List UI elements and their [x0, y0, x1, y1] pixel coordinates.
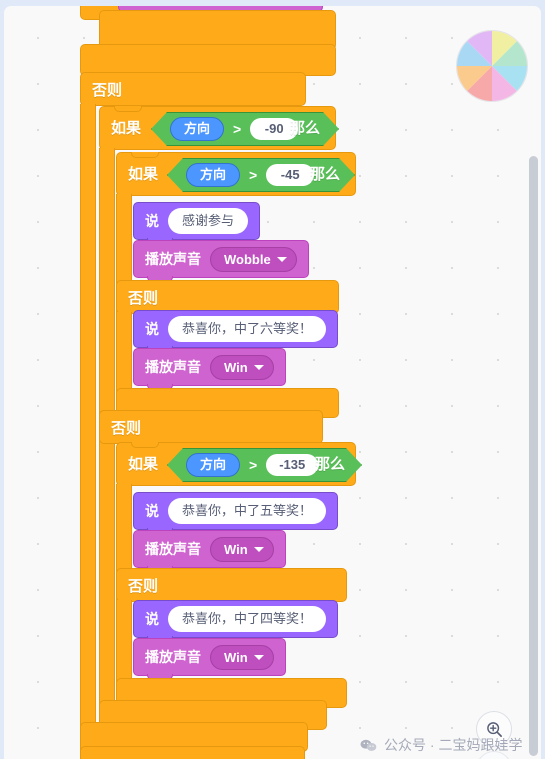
if-label-2: 如果 [128, 166, 159, 183]
watermark: 公众号 · 二宝妈跟娃学 [360, 735, 522, 755]
sound-dropdown-wobble[interactable]: Wobble [210, 246, 297, 272]
chevron-down-icon [253, 546, 264, 552]
sound-name-win-2: Win [224, 541, 248, 557]
sound-dropdown-win-3[interactable]: Win [210, 644, 274, 670]
sound-dropdown-win-1[interactable]: Win [210, 354, 274, 380]
say-text-prize6[interactable]: 恭喜你，中了六等奖！ [168, 316, 327, 342]
sound-label-wobble: 播放声音 [145, 251, 201, 267]
say-block-prize6[interactable]: 说 恭喜你，中了六等奖！ [133, 310, 339, 352]
watermark-text: 公众号 · 二宝妈跟娃学 [384, 737, 523, 753]
sound-block-win-1[interactable]: 播放声音 Win [133, 348, 286, 390]
say-block-prize5[interactable]: 说 恭喜你，中了五等奖！ [133, 492, 339, 534]
else-label-2: 否则 [128, 290, 159, 307]
say-label-prize6: 说 [145, 321, 159, 337]
else-label-3: 否则 [111, 420, 142, 437]
say-text-prize4[interactable]: 恭喜你，中了四等奖！ [168, 606, 327, 632]
say-text-thanks[interactable]: 感谢参与 [168, 208, 249, 234]
operator-gt-2: > [249, 167, 258, 183]
wechat-icon [360, 739, 377, 752]
say-label-prize4: 说 [145, 611, 159, 627]
script-stack-end[interactable] [80, 746, 305, 759]
say-label-prize5: 说 [145, 503, 159, 519]
variable-direction-1[interactable]: 方向 [170, 117, 224, 142]
vertical-scrollbar[interactable] [529, 156, 538, 756]
operator-gt-1: > [233, 121, 242, 137]
say-text-prize5[interactable]: 恭喜你，中了五等奖！ [168, 498, 327, 524]
if-label-3: 如果 [128, 456, 159, 473]
if-1-notch [114, 106, 142, 112]
then-label-1: 那么 [290, 120, 321, 137]
then-label-3: 那么 [315, 456, 346, 473]
else-label-4: 否则 [128, 578, 159, 595]
sound-block-win-3[interactable]: 播放声音 Win [133, 638, 286, 680]
operator-gt-3: > [249, 457, 258, 473]
if-3-notch [131, 442, 159, 448]
if-label-1: 如果 [111, 120, 142, 137]
else-label-1: 否则 [92, 82, 123, 99]
blocks-workspace[interactable]: 否则 如果 方向 > -90 那么 如果 方向 > -45 那么 说 感谢参与 [4, 6, 541, 759]
sound-label-win-2: 播放声音 [145, 541, 201, 557]
sound-name-win-1: Win [224, 359, 248, 375]
sound-block-win-2[interactable]: 播放声音 Win [133, 530, 286, 572]
if-2-notch [131, 152, 159, 158]
say-label-thanks: 说 [145, 213, 159, 229]
chevron-down-icon [253, 364, 264, 370]
else-1-left-spine [80, 104, 96, 759]
variable-direction-2[interactable]: 方向 [186, 163, 240, 188]
sound-name-wobble: Wobble [224, 251, 271, 267]
operand-value-2[interactable]: -45 [266, 164, 314, 187]
prize-wheel-sprite[interactable] [456, 30, 528, 102]
sound-name-win-3: Win [224, 649, 248, 665]
then-label-2: 那么 [310, 166, 341, 183]
chevron-down-icon [253, 654, 264, 660]
editor-window: 否则 如果 方向 > -90 那么 如果 方向 > -45 那么 说 感谢参与 [0, 0, 545, 759]
say-block-thanks[interactable]: 说 感谢参与 [133, 202, 261, 244]
sound-block-wobble[interactable]: 播放声音 Wobble [133, 240, 309, 282]
sound-dropdown-win-2[interactable]: Win [210, 536, 274, 562]
operand-value-3[interactable]: -135 [266, 454, 318, 477]
chevron-down-icon [276, 256, 287, 262]
variable-direction-3[interactable]: 方向 [186, 453, 240, 478]
sound-label-win-1: 播放声音 [145, 359, 201, 375]
sound-label-win-3: 播放声音 [145, 649, 201, 665]
say-block-prize4[interactable]: 说 恭喜你，中了四等奖！ [133, 600, 339, 642]
